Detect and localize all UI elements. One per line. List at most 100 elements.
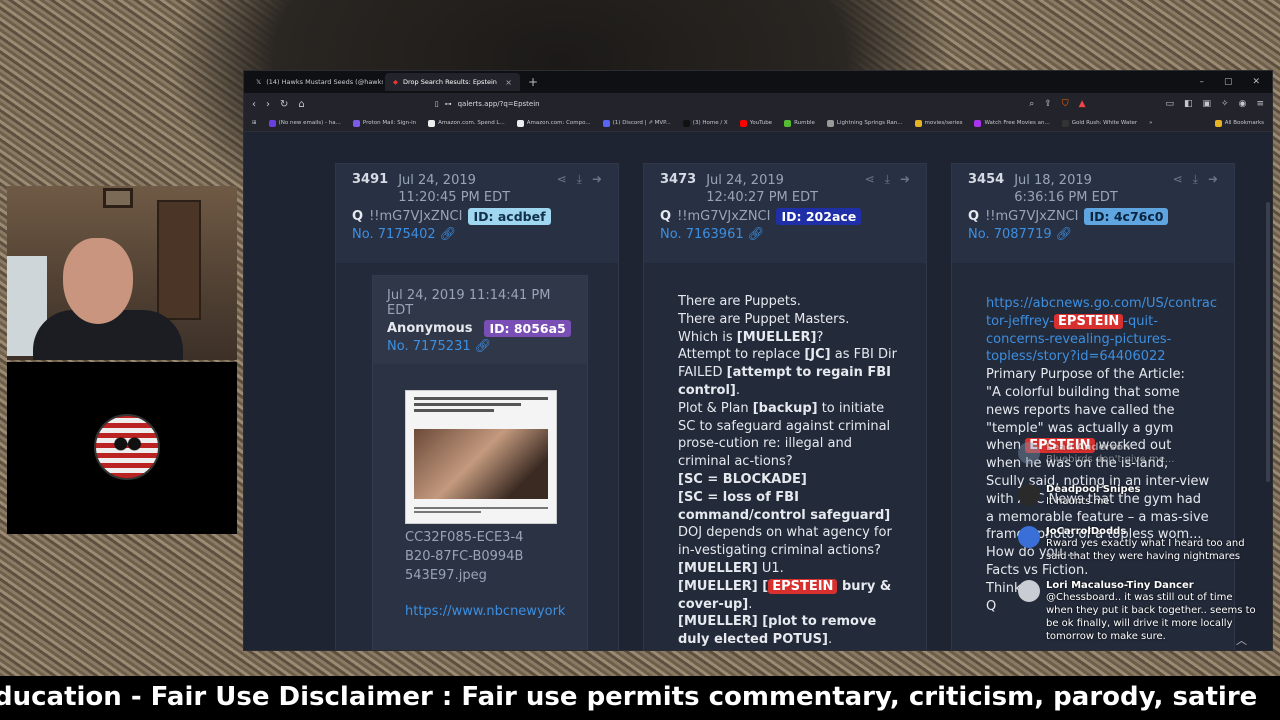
poster-id-badge: ID: 202ace [776,208,862,225]
article-link[interactable]: https://www.nbcnewyork [405,602,587,621]
search-highlight: EPSTEIN [1054,313,1124,329]
address-bar[interactable]: ▯ ⊶ qalerts.app/?q=Epstein [435,100,540,108]
author: Q [352,209,364,224]
wallet-icon[interactable]: ▣ [1203,99,1212,109]
more-bookmarks-button[interactable]: » [1149,120,1152,126]
tab-strip: 𝕏 (14) Hawks Mustard Seeds (@hawksmu... … [244,71,1272,93]
goto-icon[interactable]: ➜ [1208,172,1218,187]
image-filename: CC32F085-ECE3-4B20-87FC-B0994B543E97.jpe… [405,530,524,583]
bookmark-item[interactable]: Gold Rush: White Water [1061,119,1137,127]
x-icon: 𝕏 [256,78,262,86]
close-window-icon[interactable]: ✕ [1252,77,1260,87]
author: Q [660,209,672,224]
goto-icon[interactable]: ➜ [900,172,910,187]
drop-number[interactable]: 3473 [660,172,696,187]
quoted-author: Anonymous [387,321,473,336]
bookmark-item[interactable]: Amazon.com: Compo... [516,119,591,127]
site-info-icon[interactable]: ⊶ [445,100,452,108]
bookmark-item[interactable]: Watch Free Movies an... [974,119,1050,127]
drop-date: Jul 24, 2019 12:40:27 PM EDT [706,173,819,205]
drop-date: Jul 18, 2019 6:36:16 PM EDT [1014,173,1118,205]
bookmark-item[interactable]: Amazon.com. Spend L... [428,119,505,127]
drop-card: 3491 Jul 24, 2019 11:20:45 PM EDT ⋖ ⤓ ➜ … [335,163,619,650]
flag-skull-logo-icon [94,414,160,480]
avatar [1018,580,1040,602]
chat-message: Deadpool Snipes It haunts me [1018,484,1268,508]
door [157,200,201,320]
goto-icon[interactable]: ➜ [592,172,602,187]
share-icon[interactable]: ⋖ [557,172,567,187]
chevron-up-icon[interactable]: ︿ [1236,632,1247,648]
cast-icon[interactable]: ▭ [1166,99,1175,109]
avatar [1018,484,1040,506]
bookmark-item[interactable]: (3) Home / X [682,119,728,127]
share-icon[interactable]: ⇪ [1044,99,1052,109]
all-bookmarks-folder[interactable]: All Bookmarks [1214,119,1264,127]
apps-grid-icon[interactable]: ⊞ [252,120,257,126]
link-icon[interactable]: 🔗︎ [748,227,765,242]
share-icon[interactable]: ⋖ [1173,172,1183,187]
drop-number[interactable]: 3454 [968,172,1004,187]
wall-frame [103,188,133,208]
sidebar-icon[interactable]: ◧ [1184,99,1193,109]
quoted-post-number-link[interactable]: No. 7175231 [387,339,471,354]
webcam-feed [7,186,237,360]
avatar [1018,526,1040,548]
maximize-icon[interactable]: ▢ [1224,77,1233,87]
drop-header: 3473 Jul 24, 2019 12:40:27 PM EDT ⋖ ⤓ ➜ … [644,164,926,263]
tripcode: !!mG7VJxZNCI [677,209,771,224]
download-icon[interactable]: ⤓ [577,172,582,187]
share-icon[interactable]: ⋖ [865,172,875,187]
ticker-text: ducation - Fair Use Disclaimer : Fair us… [0,682,1258,712]
channel-logo-panel [7,362,237,534]
minimize-icon[interactable]: – [1199,77,1204,87]
scrollbar[interactable] [1266,202,1270,482]
quoted-date: Jul 24, 2019 11:14:41 PM EDT [387,288,551,318]
poster-id-badge: ID: 4c76c0 [1084,208,1169,225]
link-icon[interactable]: 🔗︎ [475,339,492,354]
forward-icon[interactable]: › [266,99,270,110]
bookmarks-bar: ⊞ (No new emails) - ha... Proton Mail: S… [244,115,1272,132]
quoted-post-header: Jul 24, 2019 11:14:41 PM EDT Anonymous I… [373,276,587,364]
bookmark-item[interactable]: Rumble [784,119,815,127]
photo-thumbnail [414,429,548,499]
link-icon[interactable]: 🔗︎ [1056,227,1073,242]
bookmark-folder[interactable]: movies/series [914,119,962,127]
menu-icon[interactable]: ≡ [1256,99,1264,109]
brave-shield-icon[interactable]: ⛉ [1062,99,1069,109]
download-icon[interactable]: ⤓ [1193,172,1198,187]
bookmark-item[interactable]: Proton Mail: Sign-in [352,119,416,127]
post-number-link[interactable]: No. 7175402 [352,227,436,242]
download-icon[interactable]: ⤓ [885,172,890,187]
news-screenshot-image[interactable] [405,390,557,524]
bookmark-item[interactable]: (1) Discord | ⇗ MVP... [602,119,671,127]
post-number-link[interactable]: No. 7087719 [968,227,1052,242]
zoom-icon[interactable]: ⌕ [1029,99,1034,109]
reload-icon[interactable]: ↻ [280,99,288,110]
home-icon[interactable]: ⌂ [298,99,304,110]
poster-id-badge: ID: acdbef [468,208,551,225]
tab-drop-search[interactable]: ◆ Drop Search Results: Epstein × [385,73,520,91]
drop-card: 3473 Jul 24, 2019 12:40:27 PM EDT ⋖ ⤓ ➜ … [643,163,927,650]
rewards-icon[interactable]: ▲ [1079,99,1086,109]
browser-window: 𝕏 (14) Hawks Mustard Seeds (@hawksmu... … [243,70,1273,651]
close-tab-icon[interactable]: × [505,78,512,87]
link-icon[interactable]: 🔗︎ [440,227,457,242]
article-link[interactable]: https://abcnews.go.com/US/contrac tor-je… [986,295,1217,366]
vpn-icon[interactable]: ◉ [1239,99,1247,109]
tab-label: (14) Hawks Mustard Seeds (@hawksmu... [266,78,383,86]
bookmark-item[interactable]: YouTube [739,119,772,127]
new-tab-button[interactable]: + [528,75,538,89]
disclaimer-ticker: ducation - Fair Use Disclaimer : Fair us… [0,676,1280,720]
tab-hawks[interactable]: 𝕏 (14) Hawks Mustard Seeds (@hawksmu... … [248,73,383,91]
chat-message: Lori Macaluso-Tiny Dancer @Chessboard.. i… [1018,580,1268,643]
bookmark-item[interactable]: Lightning Springs Ran... [826,119,903,127]
drop-number[interactable]: 3491 [352,172,388,187]
back-icon[interactable]: ‹ [252,99,256,110]
extensions-icon[interactable]: ✧ [1221,99,1229,109]
streamer-head [63,238,133,324]
post-number-link[interactable]: No. 7163961 [660,227,744,242]
chat-message: Lead Anderson Bluebirds don't give me... [1018,442,1268,466]
bookmark-icon[interactable]: ▯ [435,100,439,108]
bookmark-item[interactable]: (No new emails) - ha... [268,119,341,127]
